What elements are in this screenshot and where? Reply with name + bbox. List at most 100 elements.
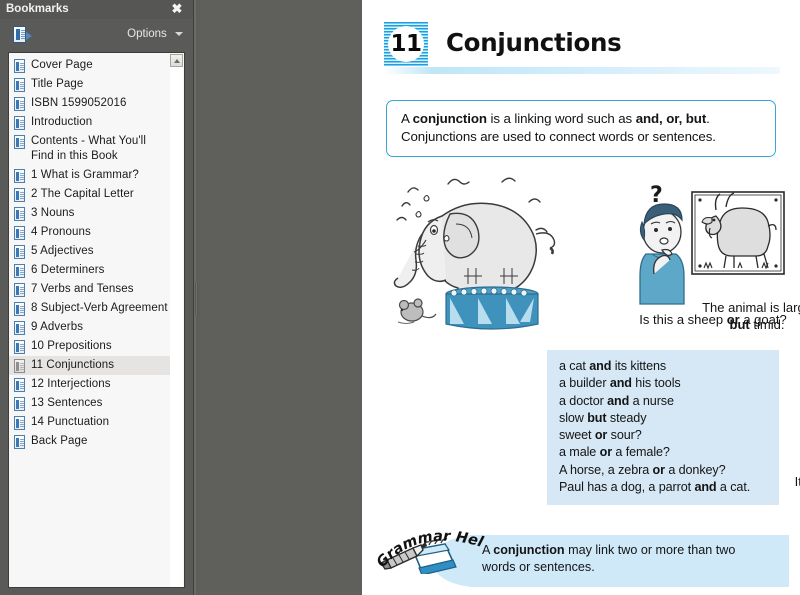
bookmark-page-icon	[14, 207, 25, 221]
example-conjunction: and	[694, 480, 717, 495]
bookmark-item-13[interactable]: 9 Adverbs	[9, 318, 172, 337]
bookmark-item-9[interactable]: 5 Adjectives	[9, 242, 172, 261]
bookmark-item-label: 11 Conjunctions	[31, 359, 115, 371]
example-post: sour?	[607, 428, 642, 443]
bookmark-item-4[interactable]: Contents - What You'll Find in this Book	[9, 132, 172, 166]
bookmark-page-icon	[14, 397, 25, 411]
bookmark-item-12[interactable]: 8 Subject-Verb Agreement	[9, 299, 172, 318]
bookmark-item-label: 13 Sentences	[31, 397, 103, 409]
bookmark-item-label: Contents - What You'll Find in this Book	[31, 135, 146, 162]
bookmark-item-19[interactable]: Back Page	[9, 432, 172, 451]
example-post: a donkey?	[664, 462, 726, 477]
boy-goat-caption: Is this a sheep or a goat?	[634, 312, 792, 329]
bookmark-page-icon	[14, 321, 25, 335]
expand-current-bookmark-icon[interactable]	[13, 26, 35, 44]
examples-box: a cat and its kittens a builder and his t…	[547, 350, 779, 506]
bookmarks-scrollbar[interactable]	[170, 54, 183, 587]
close-icon[interactable]: ✖	[170, 0, 184, 19]
grammar-help-block: Grammar Help A conjunction may link two …	[372, 528, 792, 590]
bookmarks-toolbar: Options	[0, 19, 193, 52]
gh-pre: A	[482, 543, 494, 557]
example-pre: Paul has a dog, a parrot	[559, 480, 695, 495]
bookmark-item-11[interactable]: 7 Verbs and Tenses	[9, 280, 172, 299]
bookmark-item-10[interactable]: 6 Determiners	[9, 261, 172, 280]
example-conjunction: and	[607, 393, 630, 408]
example-line-7: Paul has a dog, a parrot and a cat.	[559, 479, 769, 496]
scroll-up-arrow-icon[interactable]	[170, 54, 183, 67]
example-conjunction: or	[594, 428, 608, 443]
chapter-header: 11 Conjunctions	[384, 22, 780, 74]
bookmark-item-16[interactable]: 12 Interjections	[9, 375, 172, 394]
panel-splitter[interactable]	[193, 0, 200, 595]
bookmark-item-6[interactable]: 2 The Capital Letter	[9, 185, 172, 204]
bookmark-item-15[interactable]: 11 Conjunctions	[9, 356, 172, 375]
bookmark-list: Cover Page Title Page ISBN 1599052016 Intro…	[9, 56, 172, 451]
header-rule	[384, 67, 780, 74]
bookmark-page-icon	[14, 435, 25, 449]
page-title: Conjunctions	[446, 28, 622, 57]
bookmark-item-3[interactable]: Introduction	[9, 113, 172, 132]
gh-bold: conjunction	[493, 543, 565, 557]
bookmark-page-icon	[14, 378, 25, 392]
example-post: steady	[606, 410, 647, 425]
def-pre: A	[401, 111, 413, 126]
example-conjunction: but	[587, 410, 607, 425]
bookmark-item-label: 9 Adverbs	[31, 321, 84, 333]
example-conjunction: and	[589, 359, 612, 373]
bookmark-item-7[interactable]: 3 Nouns	[9, 204, 172, 223]
bookmark-page-icon	[14, 78, 25, 92]
options-label: Options	[127, 28, 167, 40]
bookmark-item-label: 14 Punctuation	[31, 416, 110, 428]
bookmark-item-label: Title Page	[31, 78, 84, 90]
bookmark-item-label: Back Page	[31, 435, 88, 447]
bookmark-page-icon	[14, 340, 25, 354]
bookmark-page-icon	[14, 97, 25, 111]
bookmark-item-18[interactable]: 14 Punctuation	[9, 413, 172, 432]
document-viewer[interactable]: 11 Conjunctions A conjunction is a linki…	[200, 0, 800, 595]
bookmark-item-label: 12 Interjections	[31, 378, 111, 390]
definition-box: A conjunction is a linking word such as …	[386, 100, 776, 157]
bookmark-item-14[interactable]: 10 Prepositions	[9, 337, 172, 356]
example-pre: a cat	[559, 359, 590, 373]
grammar-help-line-2: words or sentences.	[482, 560, 595, 574]
example-pre: slow	[559, 410, 588, 425]
bookmark-page-icon	[14, 359, 25, 373]
bookmark-item-label: 3 Nouns	[31, 207, 75, 219]
chapter-number-badge: 11	[384, 22, 428, 66]
bookmark-page-icon	[14, 135, 25, 149]
bookmark-item-2[interactable]: ISBN 1599052016	[9, 94, 172, 113]
definition-line-2: Conjunctions are used to connect words o…	[401, 129, 716, 144]
example-conjunction: or	[599, 445, 613, 460]
bookmark-page-icon	[14, 226, 25, 240]
bookmark-item-5[interactable]: 1 What is Grammar?	[9, 166, 172, 185]
grammar-help-line-1: A conjunction may link two or more than …	[482, 542, 782, 559]
example-line-4: sweet or sour?	[559, 427, 769, 444]
example-post: a cat.	[716, 480, 751, 495]
def-end: .	[706, 111, 710, 126]
example-post: a female?	[612, 445, 670, 460]
example-post: a nurse	[629, 393, 674, 408]
pdf-reader-window: Bookmarks ✖ Options Cover Page Title Page…	[0, 0, 800, 595]
bookmark-item-label: 5 Adjectives	[31, 245, 94, 257]
splitter-grip[interactable]	[195, 282, 198, 315]
arrow-right-icon	[26, 32, 32, 40]
example-pre: a builder	[559, 376, 610, 391]
example-line-3: slow but steady	[559, 410, 769, 427]
bookmark-item-0[interactable]: Cover Page	[9, 56, 172, 75]
grammar-help-text: A conjunction may link two or more than …	[482, 542, 782, 576]
bookmark-item-1[interactable]: Title Page	[9, 75, 172, 94]
boy-caption-pre: Is this a sheep	[639, 312, 727, 327]
bookmark-item-17[interactable]: 13 Sentences	[9, 394, 172, 413]
bookmark-page-icon	[14, 116, 25, 130]
boy-looking-at-goat-picture-illustration: ?	[634, 178, 789, 308]
options-button[interactable]: Options	[127, 28, 183, 40]
bookmark-page-icon	[14, 283, 25, 297]
bookmark-page-icon	[14, 302, 25, 316]
example-line-6: A horse, a zebra or a donkey?	[559, 462, 769, 479]
definition-line-1: A conjunction is a linking word such as …	[401, 110, 763, 128]
example-pre: A horse, a zebra	[559, 462, 653, 477]
example-line-5: a male or a female?	[559, 444, 769, 461]
bookmark-page-icon	[14, 416, 25, 430]
bookmark-item-8[interactable]: 4 Pronouns	[9, 223, 172, 242]
bookmark-page-icon	[14, 245, 25, 259]
